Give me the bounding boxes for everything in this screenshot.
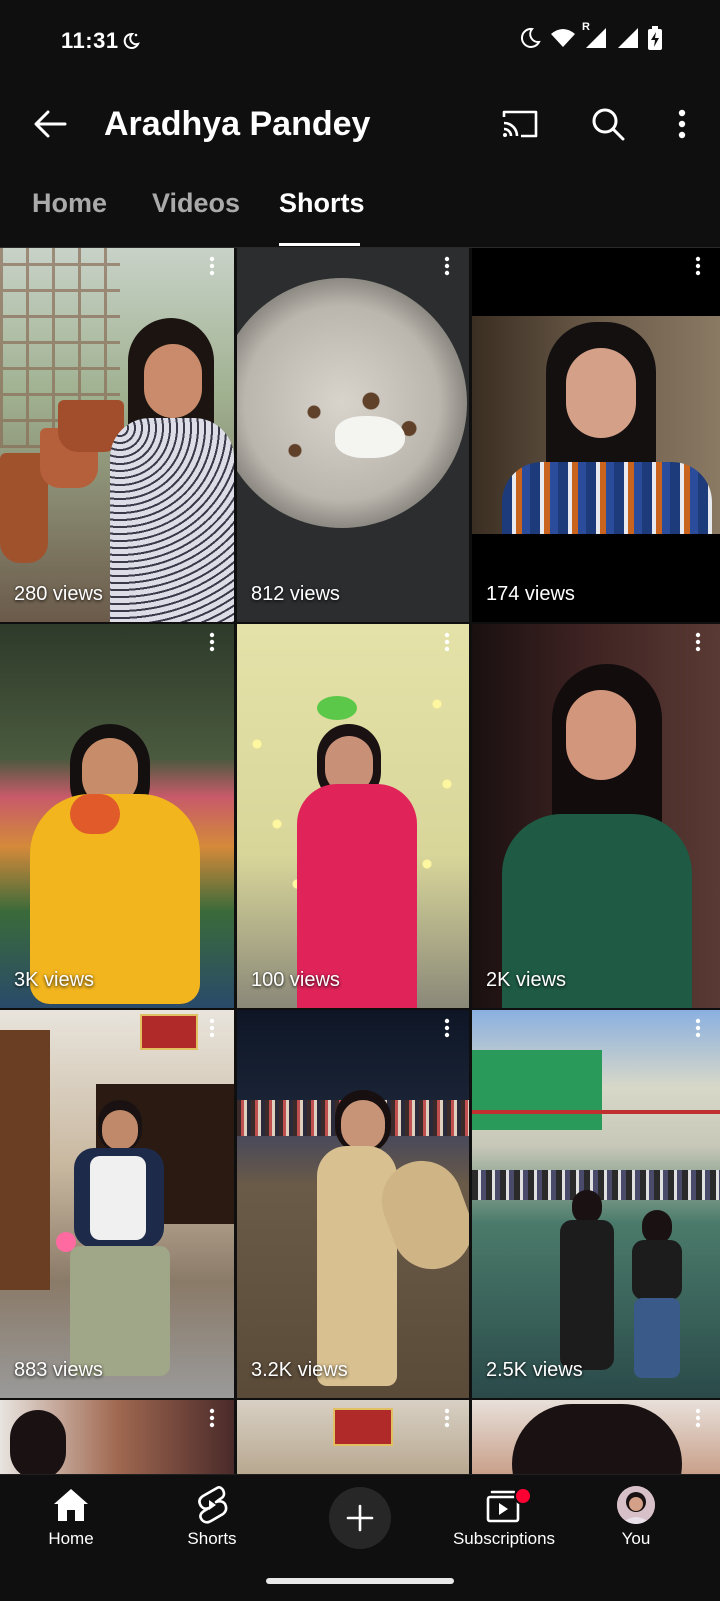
shorts-grid: 280 views 812 views 174 views 3K views 1… bbox=[0, 248, 720, 1474]
short-thumbnail[interactable]: 2.5K views bbox=[472, 1010, 720, 1398]
cast-icon bbox=[502, 110, 538, 138]
more-vertical-icon[interactable] bbox=[198, 252, 226, 280]
view-count: 812 views bbox=[251, 583, 340, 605]
short-thumbnail[interactable] bbox=[472, 1400, 720, 1474]
short-thumbnail[interactable]: 3K views bbox=[0, 624, 234, 1008]
more-vertical-icon[interactable] bbox=[433, 628, 461, 656]
status-bar: 11:31 R bbox=[0, 0, 720, 82]
create-button[interactable] bbox=[329, 1487, 391, 1549]
short-thumbnail[interactable]: 100 views bbox=[237, 624, 469, 1008]
cast-button[interactable] bbox=[496, 100, 544, 148]
view-count: 174 views bbox=[486, 583, 575, 605]
view-count: 2.5K views bbox=[486, 1359, 583, 1381]
nav-subscriptions-label: Subscriptions bbox=[452, 1529, 556, 1548]
person bbox=[622, 1210, 692, 1380]
channel-tabs: Home Videos Shorts bbox=[0, 170, 720, 248]
plus-icon bbox=[346, 1504, 374, 1532]
person bbox=[110, 318, 234, 622]
tab-shorts[interactable]: Shorts bbox=[279, 188, 365, 246]
short-thumbnail[interactable] bbox=[237, 1400, 469, 1474]
status-time: 11:31 bbox=[61, 28, 119, 53]
signal-icon: R bbox=[582, 21, 608, 54]
person bbox=[552, 1190, 622, 1370]
battery-charging-icon bbox=[648, 26, 662, 55]
tab-home-label: Home bbox=[32, 188, 108, 218]
more-vertical-icon[interactable] bbox=[684, 1404, 712, 1432]
nav-home-label: Home bbox=[48, 1529, 94, 1548]
short-thumbnail[interactable]: 174 views bbox=[472, 248, 720, 622]
view-count: 3.2K views bbox=[251, 1359, 348, 1381]
nav-home[interactable]: Home bbox=[11, 1485, 131, 1555]
nav-subscriptions[interactable]: Subscriptions bbox=[434, 1485, 574, 1555]
view-count: 100 views bbox=[251, 969, 340, 991]
person bbox=[502, 322, 712, 534]
more-vertical-icon[interactable] bbox=[198, 628, 226, 656]
wifi-icon bbox=[550, 27, 576, 54]
more-options-button[interactable] bbox=[658, 100, 706, 148]
notification-dot bbox=[514, 1487, 532, 1505]
night-mode-icon bbox=[120, 31, 140, 56]
short-thumbnail[interactable] bbox=[0, 1400, 234, 1474]
short-thumbnail[interactable]: 883 views bbox=[0, 1010, 234, 1398]
more-vertical-icon[interactable] bbox=[198, 1404, 226, 1432]
nav-you[interactable]: You bbox=[576, 1485, 696, 1555]
search-icon bbox=[592, 108, 625, 141]
nav-shorts-label: Shorts bbox=[187, 1529, 237, 1548]
goal-post bbox=[472, 1110, 720, 1114]
more-vertical-icon[interactable] bbox=[433, 252, 461, 280]
do-not-disturb-icon bbox=[518, 26, 542, 55]
roaming-badge: R bbox=[582, 21, 590, 33]
nav-shorts[interactable]: Shorts bbox=[152, 1485, 272, 1555]
channel-title: Aradhya Pandey bbox=[104, 105, 371, 143]
subscriptions-icon bbox=[434, 1485, 574, 1525]
arrow-left-icon bbox=[34, 110, 67, 138]
person bbox=[502, 664, 702, 1008]
short-thumbnail[interactable]: 812 views bbox=[237, 248, 469, 622]
tab-home[interactable]: Home bbox=[32, 188, 107, 246]
view-count: 2K views bbox=[486, 969, 567, 991]
view-count: 883 views bbox=[14, 1359, 103, 1381]
short-thumbnail[interactable]: 2K views bbox=[472, 624, 720, 1008]
nav-you-label: You bbox=[621, 1529, 651, 1548]
more-vertical-icon[interactable] bbox=[433, 1014, 461, 1042]
person bbox=[30, 724, 200, 1008]
search-button[interactable] bbox=[584, 100, 632, 148]
more-vertical-icon[interactable] bbox=[684, 252, 712, 280]
more-vertical-icon[interactable] bbox=[433, 1404, 461, 1432]
person bbox=[40, 1100, 200, 1390]
more-vertical-icon bbox=[678, 109, 686, 139]
avatar bbox=[617, 1486, 655, 1524]
more-vertical-icon[interactable] bbox=[684, 628, 712, 656]
short-thumbnail[interactable]: 3.2K views bbox=[237, 1010, 469, 1398]
home-icon bbox=[11, 1485, 131, 1525]
short-thumbnail[interactable]: 280 views bbox=[0, 248, 234, 622]
view-count: 3K views bbox=[14, 969, 95, 991]
person bbox=[307, 1090, 469, 1390]
active-tab-indicator bbox=[279, 243, 360, 246]
view-count: 280 views bbox=[14, 583, 103, 605]
person bbox=[287, 684, 437, 1008]
app-bar: Aradhya Pandey bbox=[0, 82, 720, 170]
tab-videos[interactable]: Videos bbox=[152, 188, 240, 246]
back-button[interactable] bbox=[26, 100, 74, 148]
shorts-icon bbox=[152, 1485, 272, 1525]
tab-videos-label: Videos bbox=[152, 188, 241, 218]
butter bbox=[335, 416, 405, 458]
more-vertical-icon[interactable] bbox=[198, 1014, 226, 1042]
green-roof bbox=[472, 1050, 602, 1130]
home-gesture-bar[interactable] bbox=[266, 1578, 454, 1584]
signal-icon-2 bbox=[616, 27, 640, 54]
frame bbox=[140, 1014, 198, 1050]
tab-shorts-label: Shorts bbox=[279, 188, 365, 218]
more-vertical-icon[interactable] bbox=[684, 1014, 712, 1042]
